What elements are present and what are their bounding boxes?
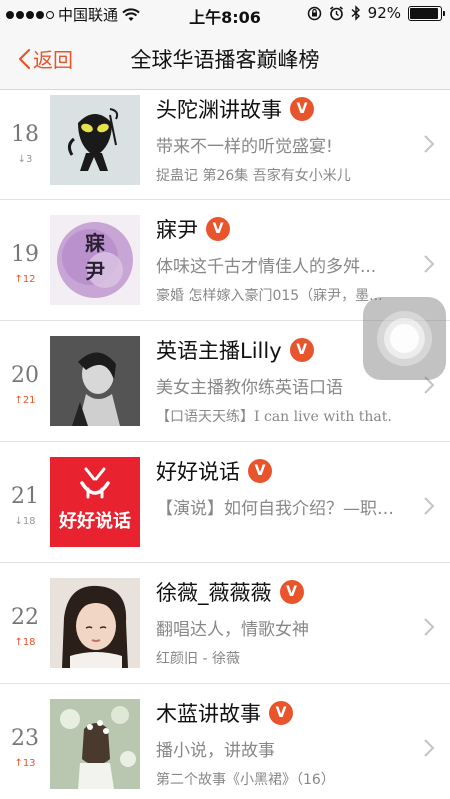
- podcast-cover: [50, 95, 140, 185]
- podcast-cover: 寐尹: [50, 215, 140, 305]
- podcast-info: 木蓝讲故事 V 播小说，讲故事 第二个故事《小黑裙》（16）: [156, 698, 410, 789]
- verified-badge-icon: V: [248, 459, 272, 483]
- podcast-cover: 好好说话: [50, 457, 140, 547]
- battery-icon: [408, 5, 445, 21]
- podcast-description: 翻唱达人，情歌女神: [156, 620, 309, 640]
- rank-trend: ↑13: [14, 758, 36, 769]
- podcast-name: 木蓝讲故事: [156, 702, 261, 726]
- flowers-photo: [50, 699, 140, 789]
- assistive-touch-button[interactable]: [363, 297, 446, 380]
- rank-number: 23: [11, 726, 39, 751]
- podcast-info: 徐薇_薇薇薇 V 翻唱达人，情歌女神 红颜旧 - 徐薇: [156, 577, 410, 668]
- verified-badge-icon: V: [269, 701, 293, 725]
- chevron-right-icon: [424, 135, 435, 153]
- rank-number: 22: [11, 605, 39, 630]
- rank-trend: ↓3: [17, 154, 33, 165]
- verified-badge-icon: V: [279, 580, 304, 604]
- verified-badge-icon: V: [289, 338, 314, 362]
- chevron-right-icon: [424, 497, 435, 515]
- portrait-photo: [50, 336, 140, 426]
- latest-episode: 【口语天天练】I can live with that.: [156, 409, 392, 425]
- rank-trend: ↓18: [14, 516, 36, 527]
- status-bar: 中国联通 上午8:06 92%: [0, 0, 450, 28]
- latest-episode: 红颜旧 - 徐薇: [156, 651, 240, 667]
- page-title: 全球华语播客巅峰榜: [130, 48, 320, 72]
- latest-episode: 第二个故事《小黑裙》（16）: [156, 772, 335, 788]
- podcast-description: 体味这千古才情佳人的多舛...: [156, 257, 377, 277]
- podcast-cover: [50, 336, 140, 426]
- orientation-lock-icon: [307, 6, 321, 20]
- rank-number: 21: [11, 484, 39, 509]
- chevron-right-icon: [424, 739, 435, 757]
- rank-trend: ↑12: [14, 274, 36, 285]
- podcast-name: 寐尹: [156, 218, 198, 242]
- podcast-description: 带来不一样的听觉盛宴!: [156, 137, 333, 157]
- podcast-description: 【演说】如何自我介绍？—职场...: [156, 499, 410, 519]
- list-item[interactable]: 18 ↓3 头陀渊讲故事 V 带来不一样的听觉盛宴! 捉蛊记 第26集 吾家有女…: [0, 90, 450, 200]
- podcast-name: 头陀渊讲故事: [156, 98, 282, 122]
- podcast-cover: [50, 578, 140, 668]
- mouth-logo-icon: [80, 467, 110, 499]
- navigation-bar: 返回 全球华语播客巅峰榜: [0, 28, 450, 90]
- podcast-info: 头陀渊讲故事 V 带来不一样的听觉盛宴! 捉蛊记 第26集 吾家有女小米儿: [156, 94, 410, 185]
- rank-number: 20: [11, 363, 39, 388]
- podcast-name: 英语主播Lilly: [156, 339, 282, 363]
- list-item[interactable]: 23 ↑13 木蓝讲故事 V 播小说，讲故事 第二个故事《小黑裙》（16）: [0, 684, 450, 799]
- rank-number: 18: [11, 122, 39, 147]
- chevron-right-icon: [424, 255, 435, 273]
- podcast-info: 好好说话 V 【演说】如何自我介绍？—职场...: [156, 456, 410, 519]
- alien-illustration: [50, 95, 140, 185]
- list-item[interactable]: 21 ↓18 好好说话 好好说话 V 【演说】如何自我介绍？—职场...: [0, 442, 450, 563]
- verified-badge-icon: V: [290, 97, 314, 121]
- list-item[interactable]: 22 ↑18 徐薇_薇薇薇 V 翻唱达人，情歌女神 红颜旧 - 徐薇: [0, 563, 450, 684]
- podcast-name: 好好说话: [156, 460, 240, 484]
- rank-trend: ↑18: [14, 637, 36, 648]
- latest-episode: 捉蛊记 第26集 吾家有女小米儿: [156, 168, 351, 184]
- podcast-cover: [50, 699, 140, 789]
- rank-number: 19: [11, 242, 39, 267]
- cover-title: 好好说话: [59, 511, 131, 532]
- alarm-icon: [329, 5, 343, 20]
- verified-badge-icon: V: [206, 217, 230, 241]
- cover-title: 寐尹: [85, 231, 105, 283]
- battery-percent: 92%: [367, 4, 401, 22]
- podcast-description: 播小说，讲故事: [156, 741, 275, 761]
- bluetooth-icon: [351, 5, 360, 21]
- ranking-list: 18 ↓3 头陀渊讲故事 V 带来不一样的听觉盛宴! 捉蛊记 第26集 吾家有女…: [0, 90, 450, 799]
- podcast-info: 寐尹 V 体味这千古才情佳人的多舛... 豪婚 怎样嫁入豪门015（寐尹，墨..…: [156, 214, 410, 305]
- portrait-photo: [50, 578, 140, 668]
- podcast-name: 徐薇_薇薇薇: [156, 581, 272, 605]
- chevron-right-icon: [424, 618, 435, 636]
- rank-trend: ↑21: [14, 395, 36, 406]
